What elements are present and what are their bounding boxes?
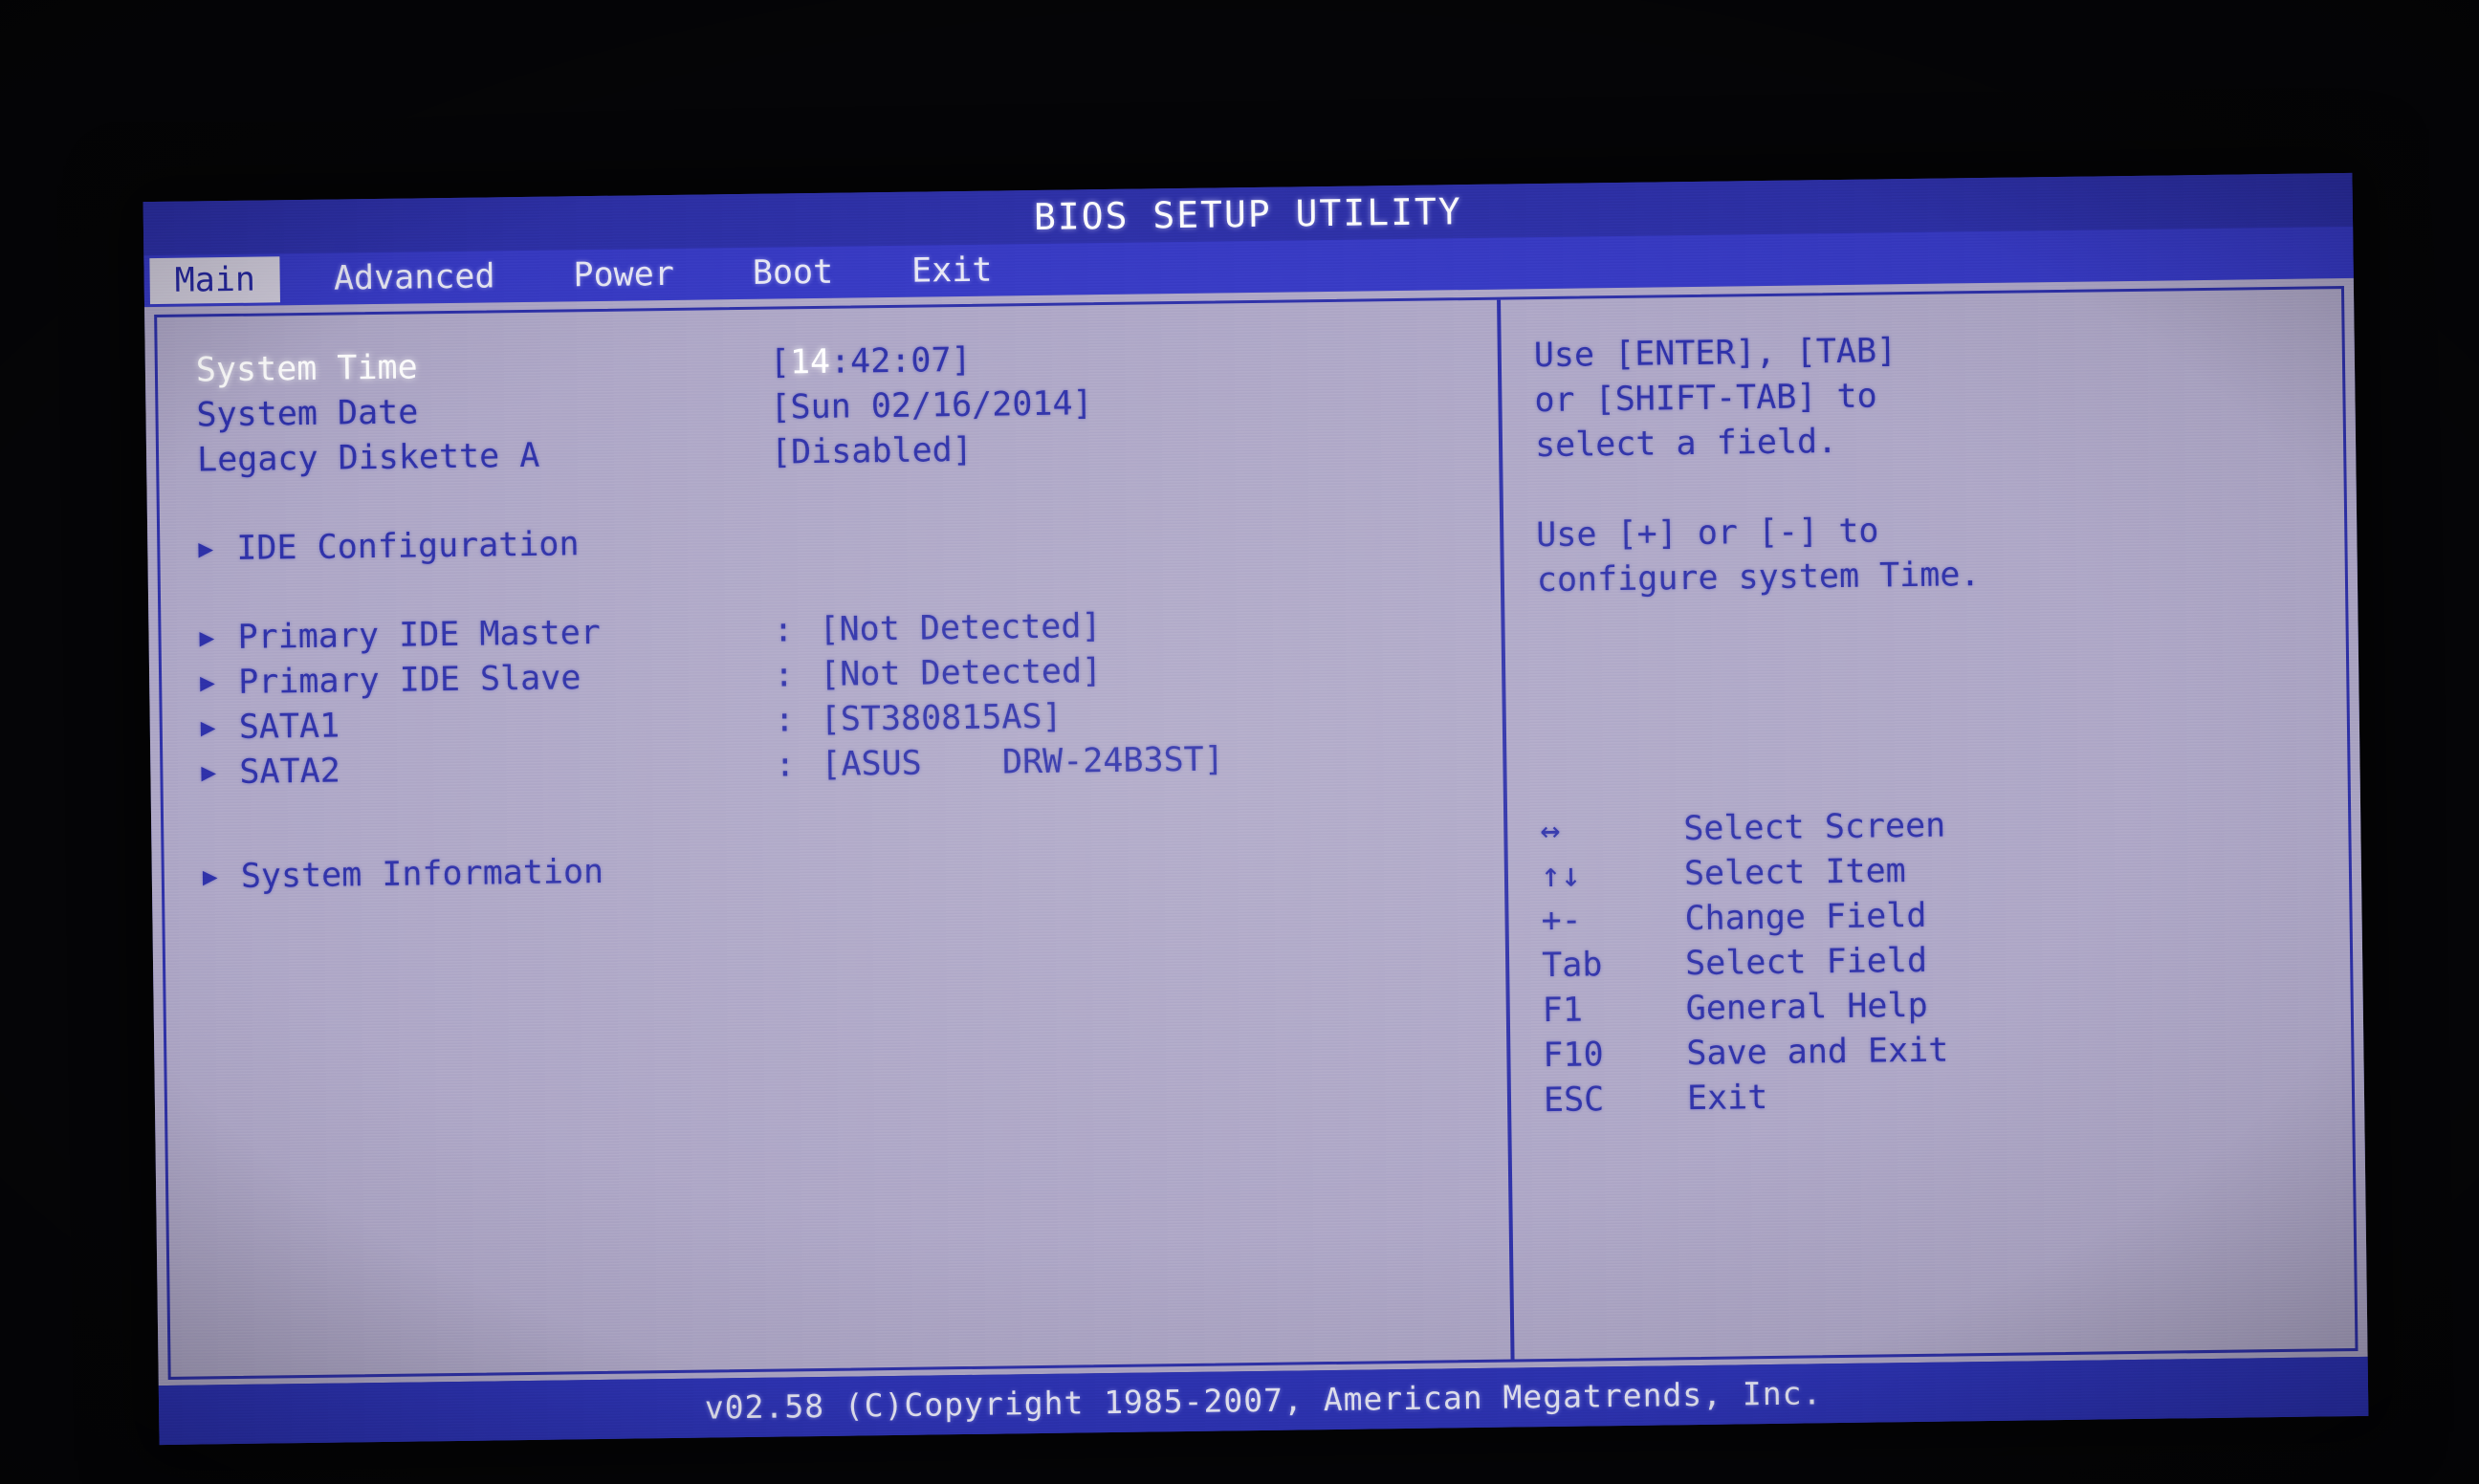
esc-key-icon: ESC xyxy=(1543,1080,1605,1121)
colon-separator: : xyxy=(773,656,795,695)
legend-label: Select Item xyxy=(1683,852,1906,894)
system-time-label: System Time xyxy=(195,348,418,390)
system-time-bracket-open: [ xyxy=(769,343,791,382)
f10-key-icon: F10 xyxy=(1543,1036,1604,1076)
primary-ide-master-label: Primary IDE Master xyxy=(237,613,602,657)
submenu-arrow-icon: ▶ xyxy=(202,862,218,892)
primary-ide-master-value: [Not Detected] xyxy=(819,607,1102,649)
submenu-arrow-icon: ▶ xyxy=(199,623,215,653)
legend-label: Select Screen xyxy=(1683,806,1946,849)
system-time-hour-cursor[interactable]: 14 xyxy=(790,343,831,382)
sata1-label: SATA1 xyxy=(238,707,340,747)
f1-key-icon: F1 xyxy=(1542,991,1584,1031)
tab-exit[interactable]: Exit xyxy=(887,247,1018,295)
system-date-value[interactable]: [Sun 02/16/2014] xyxy=(770,384,1093,426)
colon-separator: : xyxy=(773,611,794,650)
legend-label: Exit xyxy=(1686,1079,1768,1119)
legend-row-exit: ESC Exit xyxy=(1544,1068,2353,1124)
work-area: System Time [14:42:07] System Date [Sun … xyxy=(144,277,2368,1386)
colon-separator: : xyxy=(775,746,796,785)
bios-screen: BIOS SETUP UTILITY Main Advanced Power B… xyxy=(143,172,2369,1446)
system-time-value[interactable]: [14:42:07] xyxy=(770,341,972,382)
legacy-diskette-value[interactable]: [Disabled] xyxy=(771,431,973,472)
key-legend: ↔ Select Screen ↑↓ Select Item +- Change… xyxy=(1540,798,2352,1124)
sata2-value: [ASUS DRW-24B3ST] xyxy=(821,740,1225,784)
legend-label: Change Field xyxy=(1684,896,1927,939)
legacy-diskette-label: Legacy Diskette A xyxy=(196,436,540,480)
system-information-label: System Information xyxy=(240,852,604,896)
left-right-arrow-icon: ↔ xyxy=(1540,811,1561,851)
sata2-label: SATA2 xyxy=(239,752,341,792)
photograph-of-crt-monitor: BIOS SETUP UTILITY Main Advanced Power B… xyxy=(0,0,2479,1484)
up-down-arrow-icon: ↑↓ xyxy=(1540,856,1582,896)
plus-minus-icon: +- xyxy=(1541,901,1582,941)
tab-main[interactable]: Main xyxy=(149,256,281,305)
tab-key-icon: Tab xyxy=(1541,946,1603,986)
legend-label: Save and Exit xyxy=(1686,1031,1949,1074)
tab-advanced[interactable]: Advanced xyxy=(309,253,520,302)
primary-ide-slave-label: Primary IDE Slave xyxy=(237,659,581,702)
ide-configuration-label: IDE Configuration xyxy=(236,525,580,568)
submenu-arrow-icon: ▶ xyxy=(200,713,216,743)
tab-power[interactable]: Power xyxy=(548,251,699,299)
system-time-rest: :42:07] xyxy=(829,340,972,382)
submenu-arrow-icon: ▶ xyxy=(199,668,216,698)
legend-label: General Help xyxy=(1685,986,1928,1029)
tab-boot[interactable]: Boot xyxy=(728,249,859,296)
submenu-arrow-icon: ▶ xyxy=(201,758,217,788)
colon-separator: : xyxy=(774,701,796,740)
submenu-arrow-icon: ▶ xyxy=(198,535,214,564)
work-area-border: System Time [14:42:07] System Date [Sun … xyxy=(154,286,2358,1380)
system-date-label: System Date xyxy=(196,393,419,435)
help-panel: Use [ENTER], [TAB] or [SHIFT-TAB] to sel… xyxy=(1501,289,2355,1359)
settings-panel: System Time [14:42:07] System Date [Sun … xyxy=(157,299,1515,1377)
primary-ide-slave-value: [Not Detected] xyxy=(819,652,1103,694)
sata1-value: [ST380815AS] xyxy=(820,697,1063,739)
legend-label: Select Field xyxy=(1684,941,1928,984)
